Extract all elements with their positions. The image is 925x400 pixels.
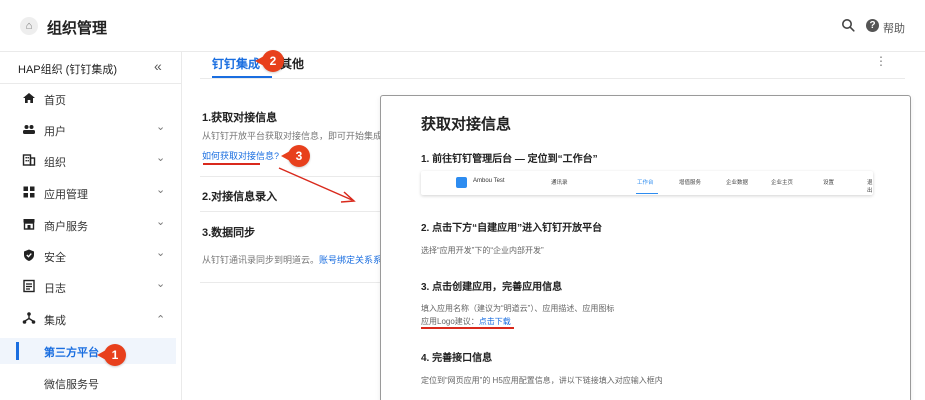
chevron-up-icon: ⌃ (156, 314, 166, 326)
dingtalk-logo-icon (456, 177, 467, 188)
org-selector[interactable]: HAP组织 (钉钉集成) « (0, 52, 182, 84)
annotation-badge-2: 2 (255, 50, 284, 72)
dingtalk-nav-mockup: Ambou Test 通讯录 工作台 增值服务 企业数据 企业主页 设置 退出 (421, 171, 873, 195)
sidebar-item-label: 第三方平台 (44, 347, 99, 359)
chevron-down-icon: ⌄ (156, 152, 166, 164)
integration-icon (22, 312, 36, 324)
store-icon (23, 219, 35, 230)
annotation-underline (203, 163, 260, 165)
how-to-get-info-link[interactable]: 如何获取对接信息? (202, 149, 279, 162)
popup-step-4: 4. 完善接口信息 (421, 353, 493, 364)
sidebar: HAP组织 (钉钉集成) « 首页 用户 ⌄ 组织 ⌄ 应用管理 ⌄ 商户服务 … (0, 52, 182, 400)
popup-step-4-text: 定位到“网页应用”的 H5应用配置信息，讲以下链接填入对应输入框内 (421, 376, 663, 385)
section-desc: 从钉钉开放平台获取对接信息，即可开始集成 (202, 131, 382, 141)
sidebar-item-label: 微信服务号 (44, 379, 99, 391)
tab-dingtalk[interactable]: 钉钉集成 (212, 55, 260, 72)
sidebar-item-apps[interactable]: 应用管理 ⌄ (0, 180, 182, 206)
org-name: HAP组织 (钉钉集成) (18, 64, 117, 76)
chevron-down-icon: ⌄ (156, 278, 166, 290)
home-nav-icon (23, 93, 35, 103)
apps-grid-icon (23, 186, 35, 198)
mock-company-name: Ambou Test (473, 178, 505, 184)
divider (200, 211, 388, 212)
sidebar-item-label: 集成 (44, 315, 66, 327)
sidebar-item-security[interactable]: 安全 ⌄ (0, 243, 182, 269)
section-title: 2.对接信息录入 (202, 191, 278, 203)
sidebar-item-label: 首页 (44, 95, 66, 107)
section-data-sync: 3.数据同步 从钉钉通讯录同步到明道云。账号绑定关系系 (200, 222, 388, 272)
active-indicator (16, 342, 19, 360)
building-icon (22, 154, 36, 166)
popup-title: 获取对接信息 (421, 116, 512, 133)
section-title: 1.获取对接信息 (202, 112, 278, 124)
sidebar-item-label: 安全 (44, 252, 66, 264)
sidebar-item-label: 用户 (44, 126, 66, 138)
popup-step-2: 2. 点击下方“自建应用”进入钉钉开放平台 (421, 223, 603, 234)
collapse-sidebar-icon[interactable]: « (154, 58, 162, 74)
popup-logo-row: 应用Logo建议：点击下载 (421, 316, 511, 327)
annotation-badge-1: 1 (97, 344, 126, 366)
page-title: 组织管理 (47, 20, 108, 37)
help-icon[interactable]: ? (866, 19, 879, 32)
popup-step-3-text: 填入应用名称（建议为“明道云”）、应用描述、应用图标 (421, 304, 615, 313)
mock-nav-item: 企业主页 (771, 180, 794, 186)
section-desc: 从钉钉通讯录同步到明道云。账号绑定关系系 (202, 253, 382, 266)
sidebar-item-label: 日志 (44, 283, 66, 295)
logo-suggestion-label: 应用Logo建议： (421, 317, 479, 326)
download-logo-link[interactable]: 点击下载 (479, 317, 511, 326)
search-icon[interactable] (841, 18, 855, 32)
tab-bar: 钉钉集成 其他 ⋮ (200, 46, 905, 79)
sidebar-item-users[interactable]: 用户 ⌄ (0, 117, 182, 143)
section-title: 3.数据同步 (202, 227, 256, 239)
mock-nav-item-active: 工作台 (637, 180, 654, 186)
home-icon[interactable]: ⌂ (20, 17, 38, 35)
divider (200, 282, 388, 283)
mock-nav-item: 设置 (823, 180, 835, 186)
sidebar-item-label: 应用管理 (44, 189, 88, 201)
account-binding-link[interactable]: 账号绑定关系系 (319, 255, 382, 265)
annotation-underline (421, 327, 514, 329)
mock-active-underline (636, 193, 658, 194)
chevron-down-icon: ⌄ (156, 247, 166, 259)
chevron-down-icon: ⌄ (156, 121, 166, 133)
info-popup-panel: 获取对接信息 1. 前往钉钉管理后台 — 定位到“工作台” Ambou Test… (380, 95, 911, 400)
sync-desc-text: 从钉钉通讯录同步到明道云。 (202, 255, 320, 265)
mock-nav-item: 增值服务 (679, 180, 702, 186)
mock-nav-item: 企业数据 (726, 180, 749, 186)
sidebar-item-home[interactable]: 首页 (0, 86, 182, 112)
help-link[interactable]: 帮助 (883, 20, 905, 36)
sidebar-item-third-party[interactable]: 第三方平台 (0, 338, 176, 364)
sidebar-item-label: 商户服务 (44, 221, 88, 233)
shield-icon (24, 249, 34, 261)
popup-step-3: 3. 点击创建应用，完善应用信息 (421, 282, 563, 293)
log-icon (23, 279, 35, 293)
sidebar-item-integration[interactable]: 集成 ⌃ (0, 306, 182, 332)
top-bar: ⌂ 组织管理 ? 帮助 (0, 0, 925, 52)
users-icon (23, 125, 35, 134)
popup-step-1: 1. 前往钉钉管理后台 — 定位到“工作台” (421, 154, 598, 165)
annotation-arrow (278, 167, 356, 203)
sidebar-item-label: 组织 (44, 157, 66, 169)
sidebar-item-merchant[interactable]: 商户服务 ⌄ (0, 212, 182, 238)
popup-step-2-text: 选择“应用开发”下的“企业内部开发” (421, 246, 544, 255)
more-options-icon[interactable]: ⋮ (875, 54, 887, 68)
tab-active-underline (212, 76, 272, 78)
sidebar-item-wechat[interactable]: 微信服务号 (0, 370, 182, 396)
chevron-down-icon: ⌄ (156, 184, 166, 196)
sidebar-item-org[interactable]: 组织 ⌄ (0, 148, 182, 174)
chevron-down-icon: ⌄ (156, 216, 166, 228)
sidebar-item-logs[interactable]: 日志 ⌄ (0, 274, 182, 300)
mock-nav-item: 通讯录 (551, 180, 568, 186)
mock-nav-item: 退出 (867, 180, 873, 194)
